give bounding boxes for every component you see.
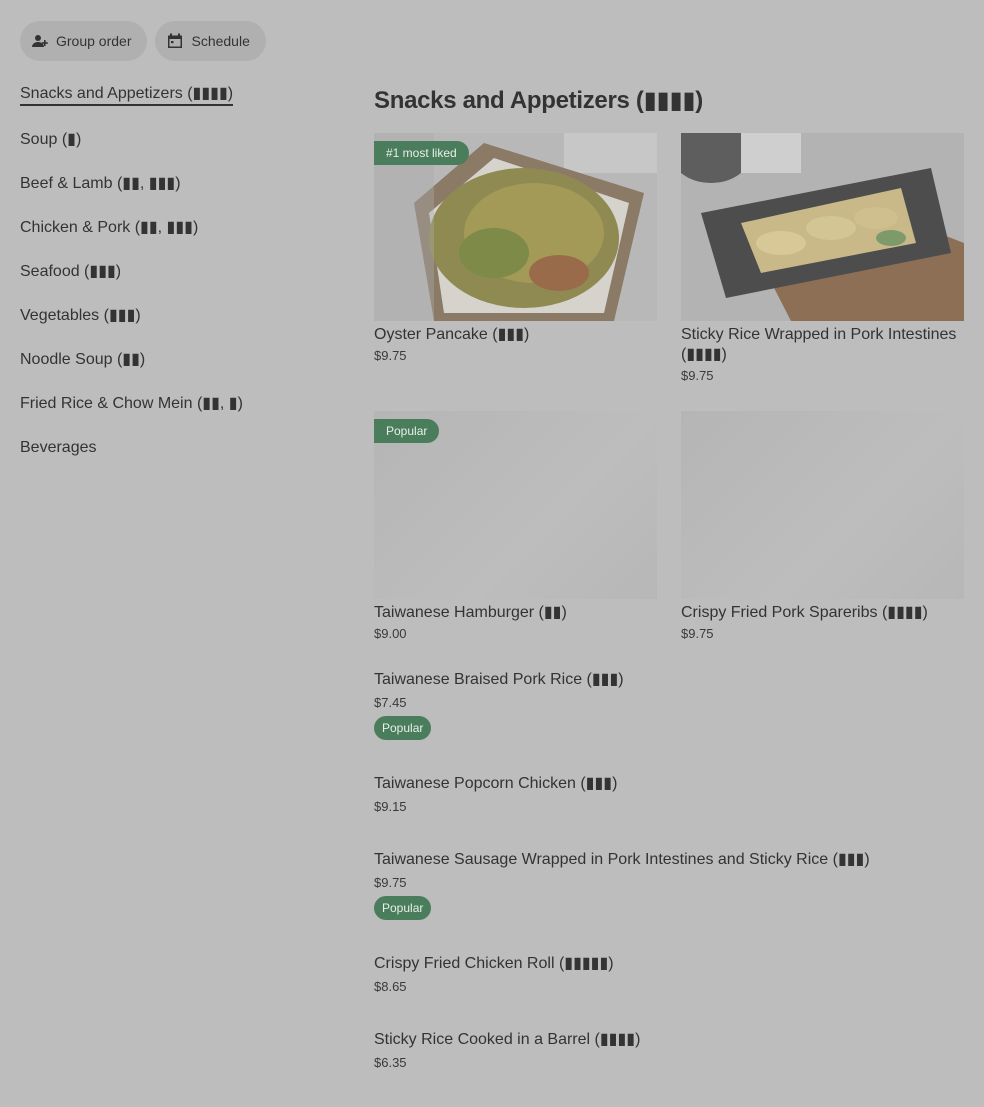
most-liked-badge: #1 most liked	[374, 141, 469, 165]
sidebar-item-label: Noodle Soup (▮▮)	[20, 351, 146, 368]
schedule-button[interactable]: Schedule	[155, 21, 266, 61]
sidebar-item-noodle-soup[interactable]: Noodle Soup (▮▮)	[20, 350, 340, 394]
sidebar-item-label: Beverages	[20, 439, 97, 456]
dish-name: Taiwanese Hamburger (▮▮)	[374, 604, 567, 621]
sidebar-item-vegetables[interactable]: Vegetables (▮▮▮)	[20, 306, 340, 350]
sidebar-item-soup[interactable]: Soup (▮)	[20, 130, 340, 174]
dish-photo: #1 most liked	[374, 133, 657, 321]
menu-card[interactable]: Crispy Fried Pork Sparerib​s (▮▮▮▮) $9.7…	[681, 411, 964, 689]
dish-name: Oyster Pancake (▮▮▮)	[374, 326, 530, 343]
sidebar-item-label: Soup (▮)	[20, 131, 82, 148]
dish-price: $9.75	[374, 875, 407, 890]
dish-name: Crispy Fried Chicken Roll (▮▮▮▮▮)	[374, 955, 614, 972]
popular-badge: Popular	[374, 716, 432, 740]
top-actions: Group order Schedule	[20, 21, 266, 61]
menu-list-item[interactable]: Taiwanese Braised Pork Rice (▮▮▮) $7.45 …	[374, 670, 624, 740]
dish-name: Taiwanese Popcorn Chicken (▮▮▮)	[374, 775, 618, 792]
menu-list-item[interactable]: Sticky Rice Cooked in a Barrel (▮▮▮▮) $6…	[374, 1030, 640, 1070]
dish-price: $7.45	[374, 695, 407, 710]
group-order-button[interactable]: Group order	[20, 21, 148, 61]
sidebar-item-label: Seafood (▮▮▮)	[20, 263, 122, 280]
sidebar-item-fried-rice[interactable]: Fried Rice & Chow Mein (▮▮, ▮)	[20, 394, 340, 438]
sidebar-item-chicken-pork[interactable]: Chicken & Pork (▮▮, ▮▮▮)	[20, 218, 340, 262]
dish-name: Taiwanese Sausage Wrapped in Pork Intest…	[374, 851, 870, 868]
popular-badge: Popular	[374, 419, 440, 443]
sidebar-item-seafood[interactable]: Seafood (▮▮▮)	[20, 262, 340, 306]
menu-card[interactable]: #1 most liked Oyster Pancake (▮▮▮) $9.75	[374, 133, 657, 411]
sidebar-item-label: Snacks and Appetizers (▮▮▮▮)	[20, 85, 234, 106]
sidebar-item-label: Vegetables (▮▮▮)	[20, 307, 141, 324]
menu-list-item[interactable]: Crispy Fried Chicken Roll (▮▮▮▮▮) $8.65	[374, 954, 614, 994]
dish-price: $6.35	[374, 1055, 407, 1070]
dish-name: Sticky Rice Wrapped in Pork Intestines (…	[681, 326, 957, 363]
menu-list-item[interactable]: Taiwanese Sausage Wrapped in Pork Intest…	[374, 850, 964, 920]
sidebar-item-snacks[interactable]: Snacks and Appetizers (▮▮▮▮)	[20, 84, 340, 130]
calendar-icon	[168, 33, 183, 48]
menu-section: Snacks and Appetizers (▮▮▮▮) #1 most lik…	[374, 86, 964, 1070]
sidebar-item-label: Beef & Lamb (▮▮, ▮▮▮)	[20, 175, 181, 192]
dish-price: $9.75	[374, 348, 407, 363]
add-person-icon	[32, 35, 48, 47]
menu-card[interactable]: Sticky Rice Wrapped in Pork Intestines (…	[681, 133, 964, 411]
sidebar-item-label: Fried Rice & Chow Mein (▮▮, ▮)	[20, 395, 243, 412]
featured-grid: #1 most liked Oyster Pancake (▮▮▮) $9.75	[374, 133, 964, 689]
category-sidebar: Snacks and Appetizers (▮▮▮▮) Soup (▮) Be…	[20, 84, 340, 482]
section-title: Snacks and Appetizers (▮▮▮▮)	[374, 87, 703, 114]
dish-name: Sticky Rice Cooked in a Barrel (▮▮▮▮)	[374, 1031, 641, 1048]
sticky-rice-intestines-image	[681, 133, 964, 321]
sidebar-item-label: Chicken & Pork (▮▮, ▮▮▮)	[20, 219, 199, 236]
group-order-label: Group order	[56, 33, 132, 49]
dish-price: $8.65	[374, 979, 407, 994]
dish-name: Taiwanese Braised Pork Rice (▮▮▮)	[374, 671, 624, 688]
schedule-label: Schedule	[191, 33, 250, 49]
dish-photo-placeholder: Popular	[374, 411, 657, 599]
dish-name: Crispy Fried Pork Sparerib​s (▮▮▮▮)	[681, 604, 928, 621]
dish-photo	[681, 133, 964, 321]
dish-price: $9.15	[374, 799, 407, 814]
menu-list-item[interactable]: Taiwanese Popcorn Chicken (▮▮▮) $9.15	[374, 774, 617, 814]
dish-price: $9.75	[681, 368, 714, 383]
sidebar-item-beef-lamb[interactable]: Beef & Lamb (▮▮, ▮▮▮)	[20, 174, 340, 218]
dish-photo-placeholder	[681, 411, 964, 599]
menu-card[interactable]: Popular Taiwanese Hamburger (▮▮) $9.00	[374, 411, 657, 689]
dish-price: $9.00	[374, 626, 407, 641]
popular-badge: Popular	[374, 896, 432, 920]
sidebar-item-beverages[interactable]: Beverages	[20, 438, 340, 482]
dish-price: $9.75	[681, 626, 714, 641]
